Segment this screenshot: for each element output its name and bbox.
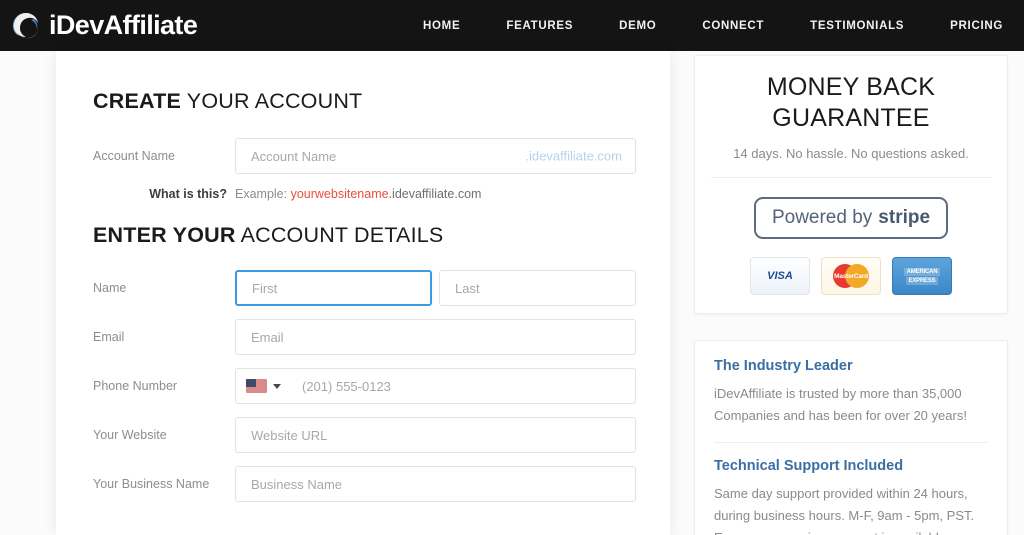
nav-item-testimonials[interactable]: TESTIMONIALS xyxy=(787,20,927,32)
phone-field-wrap xyxy=(235,368,636,404)
signup-form-card: CREATE YOUR ACCOUNT Account Name .idevaf… xyxy=(56,51,670,535)
nav-item-demo[interactable]: DEMO xyxy=(596,20,679,32)
guarantee-divider xyxy=(711,177,991,178)
us-flag-icon xyxy=(246,379,267,393)
form-row-phone: Phone Number xyxy=(93,368,636,404)
page-body: CREATE YOUR ACCOUNT Account Name .idevaf… xyxy=(0,51,1024,535)
chevron-down-icon xyxy=(273,384,281,389)
account-name-label: Account Name xyxy=(93,149,235,163)
brand-name: iDevAffiliate xyxy=(49,10,197,41)
last-name-wrap xyxy=(439,270,636,306)
email-input[interactable] xyxy=(235,319,636,355)
business-name-field-wrap xyxy=(235,466,636,502)
first-name-input[interactable] xyxy=(235,270,432,306)
amex-card-icon: AMERICAN EXPRESS xyxy=(892,257,952,295)
email-label: Email xyxy=(93,330,235,344)
mastercard-label: MasterCard xyxy=(834,273,868,280)
main-navigation: HOME FEATURES DEMO CONNECT TESTIMONIALS … xyxy=(400,0,1024,51)
swirl-logo-icon xyxy=(10,10,42,42)
technical-support-body: Same day support provided within 24 hour… xyxy=(714,483,988,535)
stripe-wordmark: stripe xyxy=(878,207,930,229)
info-divider xyxy=(714,442,988,443)
account-name-field-wrap: .idevaffiliate.com xyxy=(235,138,636,174)
brand-logo[interactable]: iDevAffiliate xyxy=(10,10,197,42)
industry-leader-heading: The Industry Leader xyxy=(714,358,988,374)
account-details-heading-rest: ACCOUNT DETAILS xyxy=(236,223,444,247)
guarantee-title: MONEY BACK GUARANTEE xyxy=(713,72,989,133)
stripe-prefix-text: Powered by xyxy=(772,207,872,229)
business-name-label: Your Business Name xyxy=(93,477,235,491)
nav-item-pricing[interactable]: PRICING xyxy=(927,20,1024,32)
powered-by-stripe-badge: Powered by stripe xyxy=(754,197,948,239)
website-field-wrap xyxy=(235,417,636,453)
form-row-email: Email xyxy=(93,319,636,355)
email-field-wrap xyxy=(235,319,636,355)
amex-label-line1: AMERICAN xyxy=(904,268,941,276)
name-label: Name xyxy=(93,281,235,295)
form-row-account-name: Account Name .idevaffiliate.com xyxy=(93,138,636,174)
example-prefix: Example: xyxy=(235,187,291,201)
account-name-input[interactable] xyxy=(235,138,636,174)
first-name-wrap xyxy=(235,270,432,306)
site-header: iDevAffiliate HOME FEATURES DEMO CONNECT… xyxy=(0,0,1024,51)
amex-label-line2: EXPRESS xyxy=(906,277,939,285)
technical-support-heading: Technical Support Included xyxy=(714,458,988,474)
account-name-hint-row: What is this? Example: yourwebsitename.i… xyxy=(93,187,636,201)
money-back-guarantee-card: MONEY BACK GUARANTEE 14 days. No hassle.… xyxy=(694,55,1008,314)
website-label: Your Website xyxy=(93,428,235,442)
phone-label: Phone Number xyxy=(93,379,235,393)
last-name-input[interactable] xyxy=(439,270,636,306)
account-details-heading: ENTER YOUR ACCOUNT DETAILS xyxy=(93,223,636,248)
nav-item-features[interactable]: FEATURES xyxy=(483,20,596,32)
name-fields-wrap xyxy=(235,270,636,306)
what-is-this-link[interactable]: What is this? xyxy=(93,187,235,201)
visa-label: VISA xyxy=(767,270,793,282)
sidebar: MONEY BACK GUARANTEE 14 days. No hassle.… xyxy=(694,51,1008,535)
business-name-input[interactable] xyxy=(235,466,636,502)
phone-input[interactable] xyxy=(235,368,636,404)
accepted-cards-row: VISA MasterCard AMERICAN EXPRESS xyxy=(713,257,989,295)
create-account-heading: CREATE YOUR ACCOUNT xyxy=(93,89,636,114)
website-input[interactable] xyxy=(235,417,636,453)
form-row-name: Name xyxy=(93,270,636,306)
example-highlight: yourwebsitename xyxy=(291,187,389,201)
nav-item-connect[interactable]: CONNECT xyxy=(679,20,787,32)
nav-item-home[interactable]: HOME xyxy=(400,20,483,32)
guarantee-title-line1: MONEY BACK xyxy=(713,72,989,103)
visa-card-icon: VISA xyxy=(750,257,810,295)
page-root: iDevAffiliate HOME FEATURES DEMO CONNECT… xyxy=(0,0,1024,535)
account-name-example: Example: yourwebsitename.idevaffiliate.c… xyxy=(235,187,481,201)
guarantee-subtitle: 14 days. No hassle. No questions asked. xyxy=(713,146,989,161)
create-account-heading-rest: YOUR ACCOUNT xyxy=(181,89,362,113)
country-selector[interactable] xyxy=(246,379,281,393)
account-details-heading-bold: ENTER YOUR xyxy=(93,223,236,247)
info-card: The Industry Leader iDevAffiliate is tru… xyxy=(694,340,1008,535)
create-account-heading-bold: CREATE xyxy=(93,89,181,113)
industry-leader-body: iDevAffiliate is trusted by more than 35… xyxy=(714,383,988,428)
example-tail: .idevaffiliate.com xyxy=(389,187,482,201)
mastercard-card-icon: MasterCard xyxy=(821,257,881,295)
guarantee-title-line2: GUARANTEE xyxy=(713,103,989,134)
form-row-website: Your Website xyxy=(93,417,636,453)
form-row-business-name: Your Business Name xyxy=(93,466,636,502)
